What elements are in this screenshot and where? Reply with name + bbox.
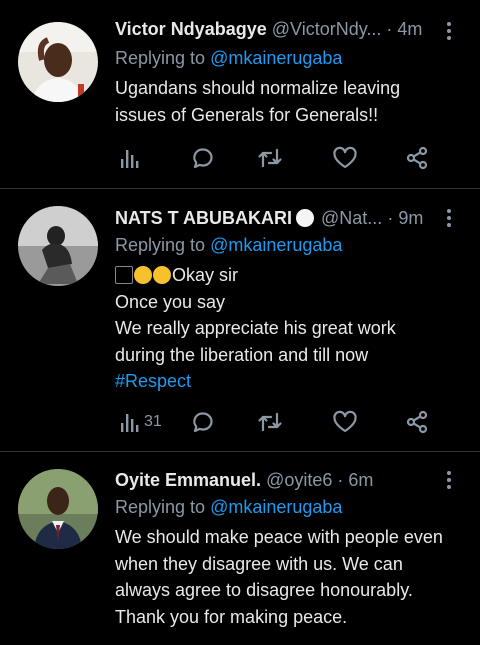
tweet-text-line: We should make peace with people even [115,527,443,547]
like-icon [333,146,357,169]
tweet-text-line: issues of Generals for Generals!! [115,104,379,125]
badge-icon [296,209,314,227]
action-bar: 31 [115,408,445,436]
hashtag-link[interactable]: #Respect [115,368,465,395]
views-button[interactable] [120,144,140,172]
more-vertical-icon[interactable] [441,207,457,227]
unknown-emoji-icon [115,266,133,284]
display-name[interactable]: Oyite Emmanuel. [115,470,261,490]
replying-to: Replying to @mkainerugaba [115,233,342,257]
share-button[interactable] [405,144,429,172]
retweet-icon [258,412,282,432]
tweet-text-line: during the liberation and till now [115,344,369,365]
timestamp[interactable]: · 6m [337,470,373,490]
like-icon [333,410,357,433]
tweet-3[interactable]: Oyite Emmanuel. @oyite6 · 6m Replying to… [0,452,480,645]
username[interactable]: @Nat... [321,208,382,228]
like-button[interactable] [332,408,358,436]
tweet-header: Victor Ndyabagye @VictorNdy... · 4m [115,17,430,41]
views-icon [121,150,139,168]
avatar[interactable] [18,206,98,286]
display-name[interactable]: Victor Ndyabagye [115,19,267,39]
replying-to-handle[interactable]: @mkainerugaba [210,497,342,517]
tweet-text-fragment: Okay sir [172,265,239,285]
reply-button[interactable] [191,408,215,436]
retweet-button[interactable] [257,408,283,436]
avatar[interactable] [18,469,98,549]
tweet-text-line: when they disagree with us. We can [115,553,403,574]
tweet-header: NATS T ABUBAKARI @Nat... · 9m [115,206,430,230]
views-icon [121,414,139,432]
action-bar [115,144,445,172]
share-icon [406,410,428,434]
replying-to-handle[interactable]: @mkainerugaba [210,48,342,68]
more-vertical-icon[interactable] [441,20,457,40]
username[interactable]: @VictorNdy... [272,19,382,39]
avatar[interactable] [18,22,98,102]
replying-to-prefix: Replying to [115,48,206,68]
replying-to: Replying to @mkainerugaba [115,495,342,519]
tweet-text-line: We really appreciate his great work [115,318,396,338]
tweet-text-line: Ugandans should normalize leaving [115,78,401,98]
tweet-2[interactable]: NATS T ABUBAKARI @Nat... · 9m Replying t… [0,189,480,451]
replying-to-prefix: Replying to [115,235,206,255]
reply-button[interactable] [191,144,215,172]
timestamp[interactable]: · 4m [386,19,422,39]
tweet-text-line: Okay sir [115,262,465,289]
reply-icon [193,412,213,433]
share-icon [406,146,428,170]
tweet-text: Okay sir Once you say We really apprecia… [115,262,465,395]
tweet-1[interactable]: Victor Ndyabagye @VictorNdy... · 4m Repl… [0,0,480,188]
tweet-text: We should make peace with people even wh… [115,524,465,630]
replying-to: Replying to @mkainerugaba [115,46,342,70]
tweet-text-line: Thank you for making peace. [115,606,348,627]
views-button[interactable]: 31 [120,408,162,436]
smiling-face-emoji-icon [153,266,171,284]
username[interactable]: @oyite6 [266,470,332,490]
display-name[interactable]: NATS T ABUBAKARI [115,208,292,228]
views-count: 31 [144,413,162,430]
replying-to-handle[interactable]: @mkainerugaba [210,235,342,255]
retweet-button[interactable] [257,144,283,172]
retweet-icon [258,148,282,168]
tweet-text-line: Once you say [115,291,226,312]
tweet-text-line: always agree to disagree honourably. [115,580,413,600]
timestamp[interactable]: · 9m [387,208,423,228]
reply-icon [193,148,213,169]
more-vertical-icon[interactable] [441,469,457,489]
tweet-text: Ugandans should normalize leaving issues… [115,75,465,128]
share-button[interactable] [405,408,429,436]
heart-eyes-emoji-icon [134,266,152,284]
like-button[interactable] [332,144,358,172]
replying-to-prefix: Replying to [115,497,206,517]
tweet-header: Oyite Emmanuel. @oyite6 · 6m [115,468,430,492]
